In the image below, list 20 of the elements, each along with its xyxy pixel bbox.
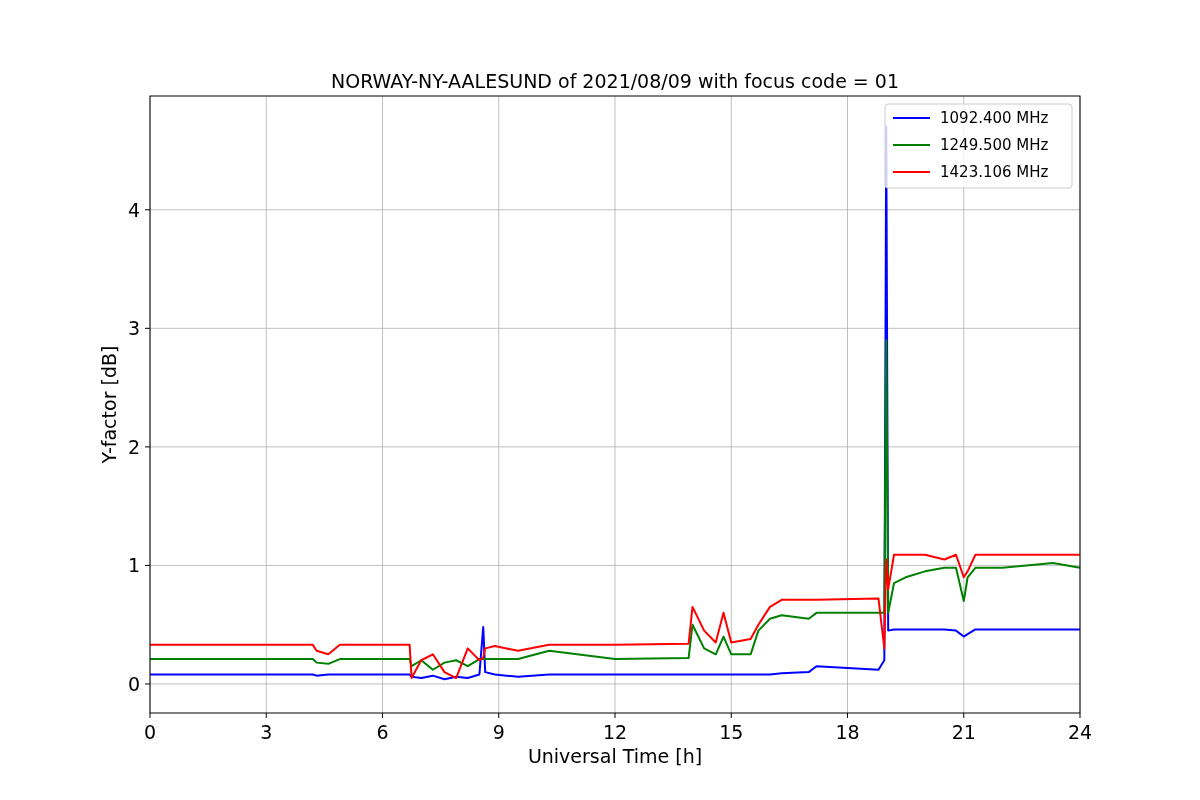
tick-label: 24 bbox=[1067, 721, 1093, 743]
tick-label: 0 bbox=[143, 721, 157, 743]
legend-label: 1249.500 MHz bbox=[940, 136, 1049, 154]
y-axis-label: Y-factor [dB] bbox=[98, 345, 120, 464]
x-axis-label: Universal Time [h] bbox=[527, 745, 703, 767]
tick-label: 4 bbox=[127, 198, 140, 221]
chart-title: NORWAY-NY-AALESUND of 2021/08/09 with focus code = 01 bbox=[331, 70, 899, 92]
tick-label: 1 bbox=[127, 554, 140, 577]
tick-label: 12 bbox=[602, 721, 628, 743]
tick-label: 0 bbox=[127, 672, 140, 695]
tick-label: 18 bbox=[835, 721, 860, 743]
tick-label: 6 bbox=[376, 721, 389, 743]
tick-label: 2 bbox=[127, 435, 140, 458]
tick-label: 9 bbox=[492, 721, 505, 743]
tick-label: 3 bbox=[127, 317, 140, 340]
legend-label: 1092.400 MHz bbox=[940, 109, 1049, 127]
tick-label: 3 bbox=[260, 721, 273, 743]
tick-label: 21 bbox=[951, 721, 976, 743]
legend-label: 1423.106 MHz bbox=[940, 163, 1049, 181]
tick-label: 15 bbox=[719, 721, 744, 743]
